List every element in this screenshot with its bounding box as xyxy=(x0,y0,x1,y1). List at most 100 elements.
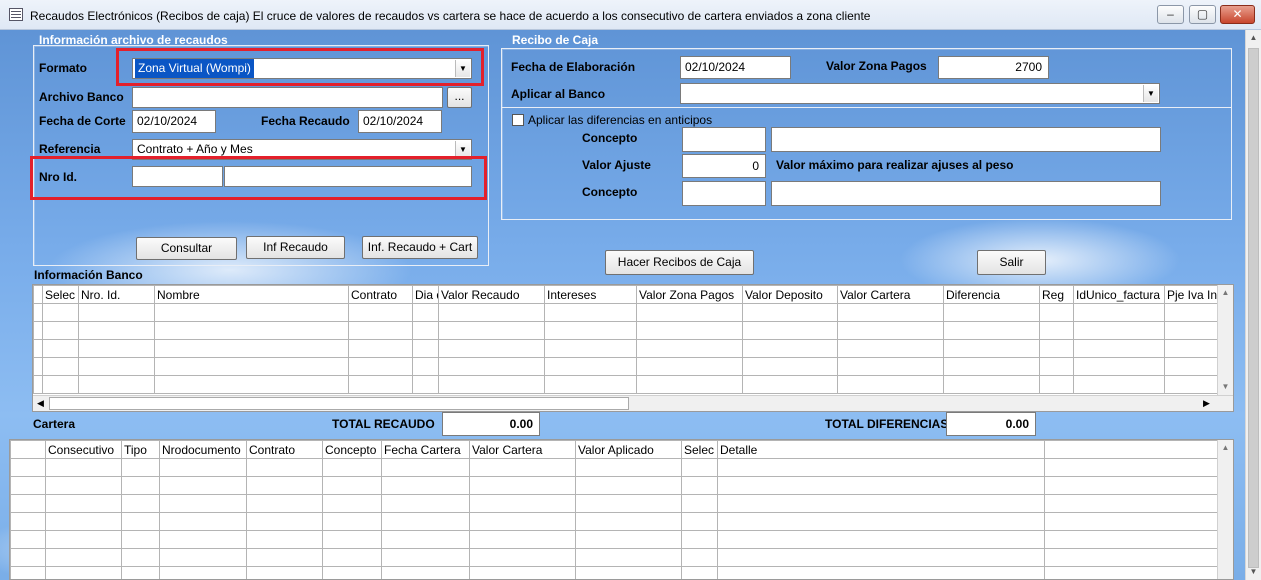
maximize-button[interactable]: ▢ xyxy=(1189,5,1216,24)
cartera-row[interactable] xyxy=(10,494,1219,513)
cartera-cell[interactable] xyxy=(159,476,247,495)
cartera-cell[interactable] xyxy=(246,512,323,531)
cartera-cell[interactable] xyxy=(45,476,122,495)
cartera-cell[interactable] xyxy=(381,548,470,567)
cartera-cell[interactable] xyxy=(10,548,46,567)
archivo-banco-input[interactable] xyxy=(132,87,443,108)
cartera-cell[interactable] xyxy=(322,476,382,495)
cartera-cell[interactable] xyxy=(159,458,247,477)
banco-row[interactable] xyxy=(33,357,1218,376)
banco-horizontal-scrollbar[interactable]: ◀ ▶ xyxy=(33,395,1233,411)
scroll-down-icon[interactable]: ▼ xyxy=(1246,564,1261,579)
banco-cell[interactable] xyxy=(1073,339,1165,358)
banco-cell[interactable] xyxy=(1073,321,1165,340)
cartera-cell[interactable] xyxy=(121,512,160,531)
banco-cell[interactable] xyxy=(943,321,1040,340)
banco-cell[interactable] xyxy=(636,357,743,376)
cartera-cell[interactable] xyxy=(381,494,470,513)
cartera-cell[interactable] xyxy=(121,494,160,513)
cartera-cell[interactable] xyxy=(121,458,160,477)
cartera-cell[interactable] xyxy=(121,548,160,567)
cartera-cell[interactable] xyxy=(246,476,323,495)
banco-cell[interactable] xyxy=(78,303,155,322)
banco-cell[interactable] xyxy=(742,339,838,358)
cartera-row[interactable] xyxy=(10,458,1219,477)
cartera-row[interactable] xyxy=(10,548,1219,567)
cartera-column-header[interactable]: Concepto xyxy=(322,440,382,459)
banco-cell[interactable] xyxy=(742,357,838,376)
banco-cell[interactable] xyxy=(33,339,43,358)
cartera-cell[interactable] xyxy=(575,476,682,495)
cartera-cell[interactable] xyxy=(121,476,160,495)
banco-cell[interactable] xyxy=(348,339,413,358)
cartera-cell[interactable] xyxy=(10,512,46,531)
cartera-cell[interactable] xyxy=(246,566,323,579)
cartera-cell[interactable] xyxy=(469,512,576,531)
banco-cell[interactable] xyxy=(154,357,349,376)
banco-cell[interactable] xyxy=(33,303,43,322)
banco-row[interactable] xyxy=(33,375,1218,394)
banco-cell[interactable] xyxy=(438,321,545,340)
banco-cell[interactable] xyxy=(348,357,413,376)
banco-column-header[interactable]: Pje Iva Int xyxy=(1164,285,1218,304)
banco-vertical-scrollbar[interactable]: ▲ ▼ xyxy=(1217,285,1233,395)
cartera-cell[interactable] xyxy=(381,566,470,579)
cartera-cell[interactable] xyxy=(1044,530,1219,549)
banco-cell[interactable] xyxy=(438,303,545,322)
banco-cell[interactable] xyxy=(78,339,155,358)
banco-cell[interactable] xyxy=(837,357,944,376)
banco-cell[interactable] xyxy=(1039,339,1074,358)
banco-cell[interactable] xyxy=(42,339,79,358)
cartera-cell[interactable] xyxy=(1044,548,1219,567)
cartera-cell[interactable] xyxy=(10,476,46,495)
banco-cell[interactable] xyxy=(742,303,838,322)
fecha-elaboracion-input[interactable]: 02/10/2024 xyxy=(680,56,791,79)
minimize-button[interactable]: ‒ xyxy=(1157,5,1184,24)
banco-cell[interactable] xyxy=(1164,357,1218,376)
cartera-cell[interactable] xyxy=(575,530,682,549)
cartera-column-header[interactable]: Valor Cartera xyxy=(469,440,576,459)
banco-cell[interactable] xyxy=(636,339,743,358)
cartera-cell[interactable] xyxy=(469,458,576,477)
cartera-cell[interactable] xyxy=(469,530,576,549)
cartera-row[interactable] xyxy=(10,530,1219,549)
banco-column-header[interactable]: Dia de xyxy=(412,285,439,304)
cartera-cell[interactable] xyxy=(10,566,46,579)
cartera-cell[interactable] xyxy=(246,458,323,477)
valor-ajuste-input[interactable]: 0 xyxy=(682,154,766,178)
cartera-cell[interactable] xyxy=(246,494,323,513)
concepto-desc-input-1[interactable] xyxy=(771,127,1161,152)
banco-cell[interactable] xyxy=(943,339,1040,358)
banco-cell[interactable] xyxy=(33,375,43,394)
cartera-cell[interactable] xyxy=(681,494,718,513)
banco-cell[interactable] xyxy=(837,321,944,340)
scroll-down-icon[interactable]: ▼ xyxy=(1218,379,1233,394)
scroll-right-icon[interactable]: ▶ xyxy=(1199,396,1214,411)
cartera-column-header[interactable]: Detalle xyxy=(717,440,1045,459)
banco-cell[interactable] xyxy=(154,375,349,394)
cartera-cell[interactable] xyxy=(10,530,46,549)
banco-column-header[interactable]: Valor Cartera xyxy=(837,285,944,304)
banco-cell[interactable] xyxy=(1073,375,1165,394)
aplicar-banco-select[interactable]: ▼ xyxy=(680,83,1160,104)
banco-cell[interactable] xyxy=(438,357,545,376)
cartera-column-header[interactable]: Contrato xyxy=(246,440,323,459)
chevron-down-icon[interactable]: ▼ xyxy=(1143,85,1158,102)
cartera-cell[interactable] xyxy=(322,566,382,579)
cartera-row[interactable] xyxy=(10,566,1219,579)
cartera-cell[interactable] xyxy=(381,476,470,495)
banco-cell[interactable] xyxy=(1164,303,1218,322)
cartera-cell[interactable] xyxy=(1044,512,1219,531)
consultar-button[interactable]: Consultar xyxy=(136,237,237,260)
cartera-cell[interactable] xyxy=(575,458,682,477)
cartera-cell[interactable] xyxy=(381,530,470,549)
banco-cell[interactable] xyxy=(412,375,439,394)
banco-column-header[interactable]: Contrato xyxy=(348,285,413,304)
banco-column-header[interactable]: Valor Deposito xyxy=(742,285,838,304)
banco-cell[interactable] xyxy=(742,321,838,340)
banco-row[interactable] xyxy=(33,303,1218,322)
inf-recaudo-button[interactable]: Inf Recaudo xyxy=(246,236,345,259)
banco-column-header[interactable]: Nombre xyxy=(154,285,349,304)
cartera-cell[interactable] xyxy=(322,458,382,477)
cartera-cell[interactable] xyxy=(575,494,682,513)
